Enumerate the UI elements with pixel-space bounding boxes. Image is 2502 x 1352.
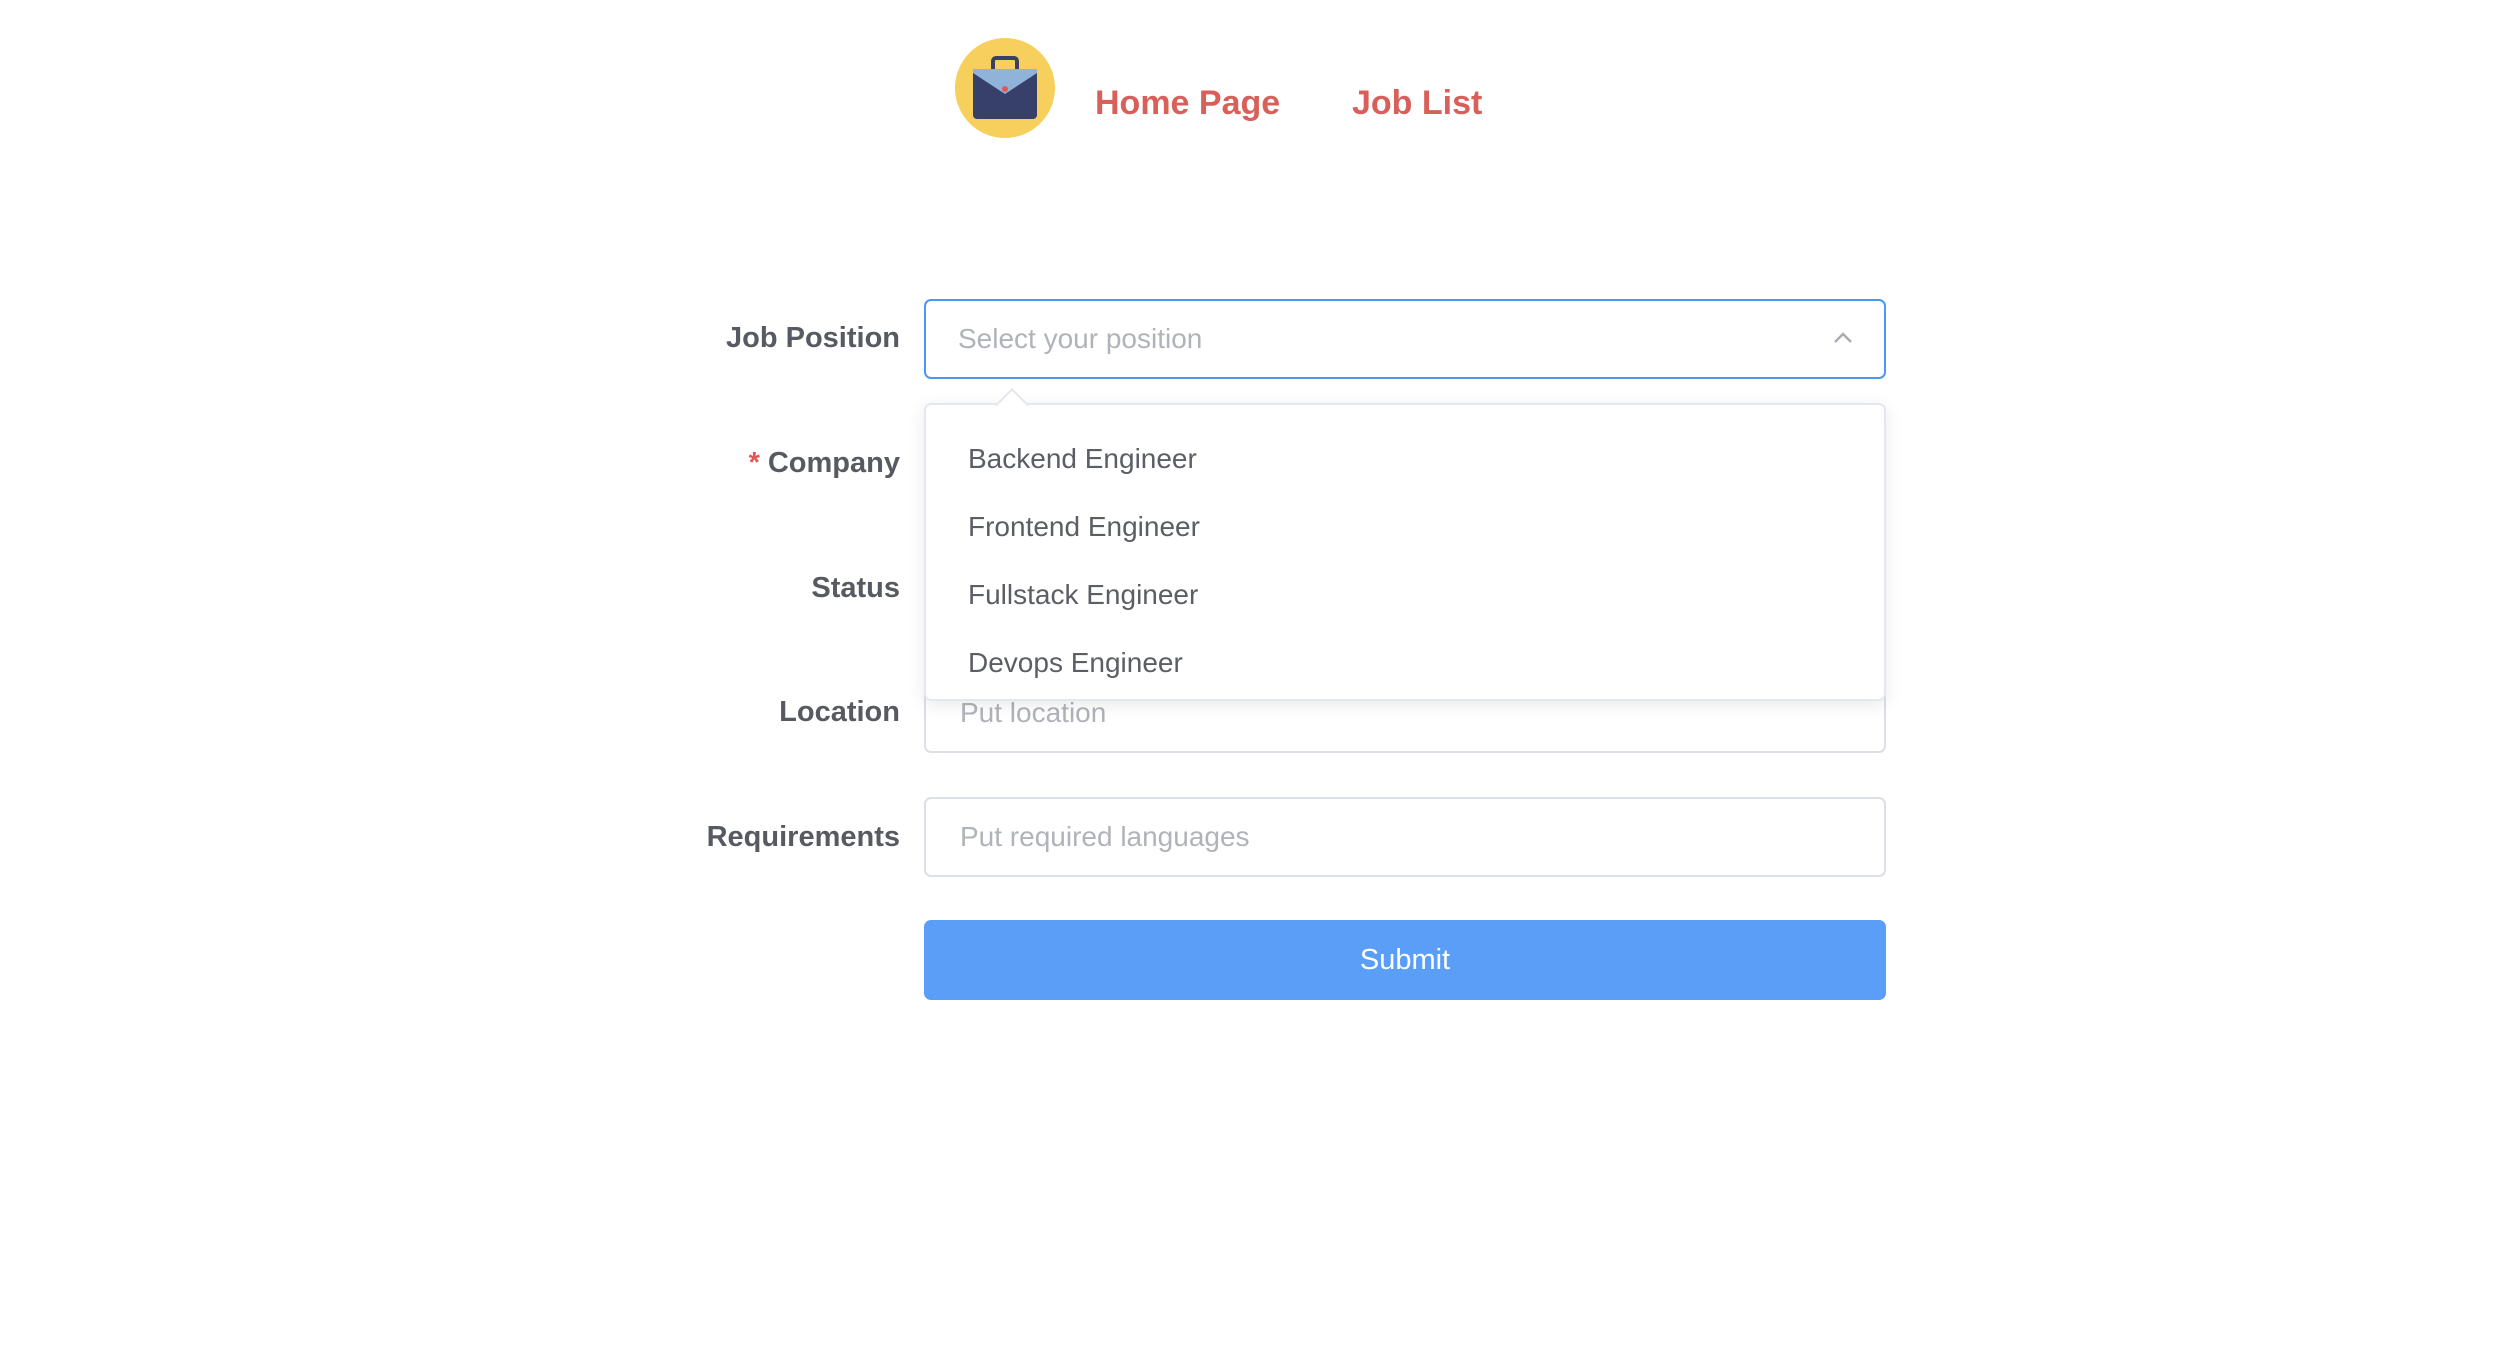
option-fullstack-engineer[interactable]: Fullstack Engineer [926,561,1884,629]
status-label: Status [811,572,900,604]
requirements-label: Requirements [706,821,900,853]
requirements-input[interactable] [958,820,1842,854]
nav-home-link[interactable]: Home Page [1095,78,1280,128]
briefcase-icon [955,38,1055,138]
chevron-up-icon [1834,332,1852,343]
page: Home Page Job List Job Position Select y… [0,0,2502,1352]
location-input[interactable] [958,696,1842,730]
nav-job-list-link[interactable]: Job List [1352,78,1482,128]
job-position-label: Job Position [726,322,900,354]
required-asterisk: * [748,447,760,479]
option-backend-engineer[interactable]: Backend Engineer [926,425,1884,493]
company-label: * Company [749,443,900,483]
job-position-select[interactable]: Select your position [924,299,1886,379]
requirements-field[interactable] [924,797,1886,877]
dropdown-arrow [995,388,1029,422]
option-devops-engineer[interactable]: Devops Engineer [926,629,1884,697]
company-label-text: Company [767,447,900,479]
location-label: Location [779,696,900,728]
option-frontend-engineer[interactable]: Frontend Engineer [926,493,1884,561]
job-position-dropdown: Backend Engineer Frontend Engineer Fulls… [924,388,1886,701]
submit-button[interactable]: Submit [924,920,1886,1000]
job-position-placeholder: Select your position [958,323,1203,354]
